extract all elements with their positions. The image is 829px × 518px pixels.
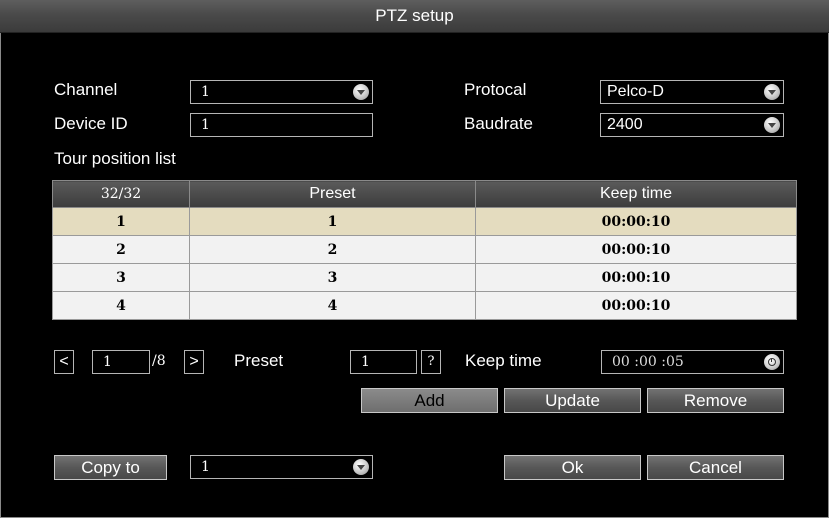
prev-page-button[interactable]: < bbox=[54, 350, 74, 374]
column-header-keep-time: Keep time bbox=[475, 180, 797, 208]
help-button[interactable]: ? bbox=[421, 350, 441, 374]
column-header-preset: Preset bbox=[189, 180, 476, 208]
device-id-value: 1 bbox=[201, 117, 210, 133]
row-keep-time: 00:00:10 bbox=[475, 207, 797, 236]
channel-label: Channel bbox=[54, 80, 118, 99]
row-keep-time: 00:00:10 bbox=[475, 263, 797, 292]
page-number-input[interactable]: 1 bbox=[92, 350, 150, 374]
dialog-title: PTZ setup bbox=[0, 0, 829, 33]
dropdown-arrow-icon[interactable] bbox=[353, 459, 369, 475]
row-preset: 4 bbox=[189, 291, 476, 320]
cancel-button[interactable]: Cancel bbox=[647, 455, 784, 480]
dropdown-arrow-icon[interactable] bbox=[353, 84, 369, 100]
row-index: 1 bbox=[52, 207, 190, 236]
table-row[interactable]: 3 3 00:00:10 bbox=[52, 263, 797, 292]
device-id-input[interactable]: 1 bbox=[190, 113, 373, 137]
keep-time-value: 00 :00 :05 bbox=[612, 354, 684, 370]
channel-value: 1 bbox=[201, 84, 210, 100]
ok-button[interactable]: Ok bbox=[504, 455, 641, 480]
protocol-select[interactable]: Pelco-D bbox=[600, 80, 784, 104]
update-button[interactable]: Update bbox=[504, 388, 641, 413]
row-keep-time: 00:00:10 bbox=[475, 235, 797, 264]
device-id-label: Device ID bbox=[54, 114, 128, 133]
copy-to-value: 1 bbox=[201, 459, 210, 475]
copy-to-button[interactable]: Copy to bbox=[54, 455, 167, 480]
page-total: /8 bbox=[152, 353, 166, 369]
protocol-value: Pelco-D bbox=[607, 83, 664, 100]
channel-select[interactable]: 1 bbox=[190, 80, 373, 104]
dropdown-arrow-icon[interactable] bbox=[764, 84, 780, 100]
table-header-row: 32/32 Preset Keep time bbox=[52, 180, 797, 208]
preset-value: 1 bbox=[361, 354, 370, 370]
table-row[interactable]: 4 4 00:00:10 bbox=[52, 291, 797, 320]
clock-icon[interactable] bbox=[764, 354, 780, 370]
row-index: 2 bbox=[52, 235, 190, 264]
row-index: 3 bbox=[52, 263, 190, 292]
tour-position-table: 32/32 Preset Keep time 1 1 00:00:10 2 2 … bbox=[52, 180, 797, 320]
baudrate-select[interactable]: 2400 bbox=[600, 113, 784, 137]
table-row[interactable]: 2 2 00:00:10 bbox=[52, 235, 797, 264]
page-number-value: 1 bbox=[103, 354, 112, 370]
row-preset: 1 bbox=[189, 207, 476, 236]
remove-button[interactable]: Remove bbox=[647, 388, 784, 413]
row-preset: 3 bbox=[189, 263, 476, 292]
baudrate-value: 2400 bbox=[607, 116, 643, 133]
table-row[interactable]: 1 1 00:00:10 bbox=[52, 207, 797, 236]
keep-time-label: Keep time bbox=[465, 351, 542, 370]
column-header-count: 32/32 bbox=[52, 180, 190, 208]
tour-list-label: Tour position list bbox=[54, 149, 176, 168]
keep-time-input[interactable]: 00 :00 :05 bbox=[601, 350, 784, 374]
row-preset: 2 bbox=[189, 235, 476, 264]
row-index: 4 bbox=[52, 291, 190, 320]
copy-to-select[interactable]: 1 bbox=[190, 455, 373, 479]
next-page-button[interactable]: > bbox=[184, 350, 204, 374]
protocol-label: Protocal bbox=[464, 80, 527, 99]
row-keep-time: 00:00:10 bbox=[475, 291, 797, 320]
dropdown-arrow-icon[interactable] bbox=[764, 117, 780, 133]
add-button[interactable]: Add bbox=[361, 388, 498, 413]
preset-input[interactable]: 1 bbox=[350, 350, 417, 374]
baudrate-label: Baudrate bbox=[464, 114, 533, 133]
preset-label: Preset bbox=[234, 351, 284, 370]
